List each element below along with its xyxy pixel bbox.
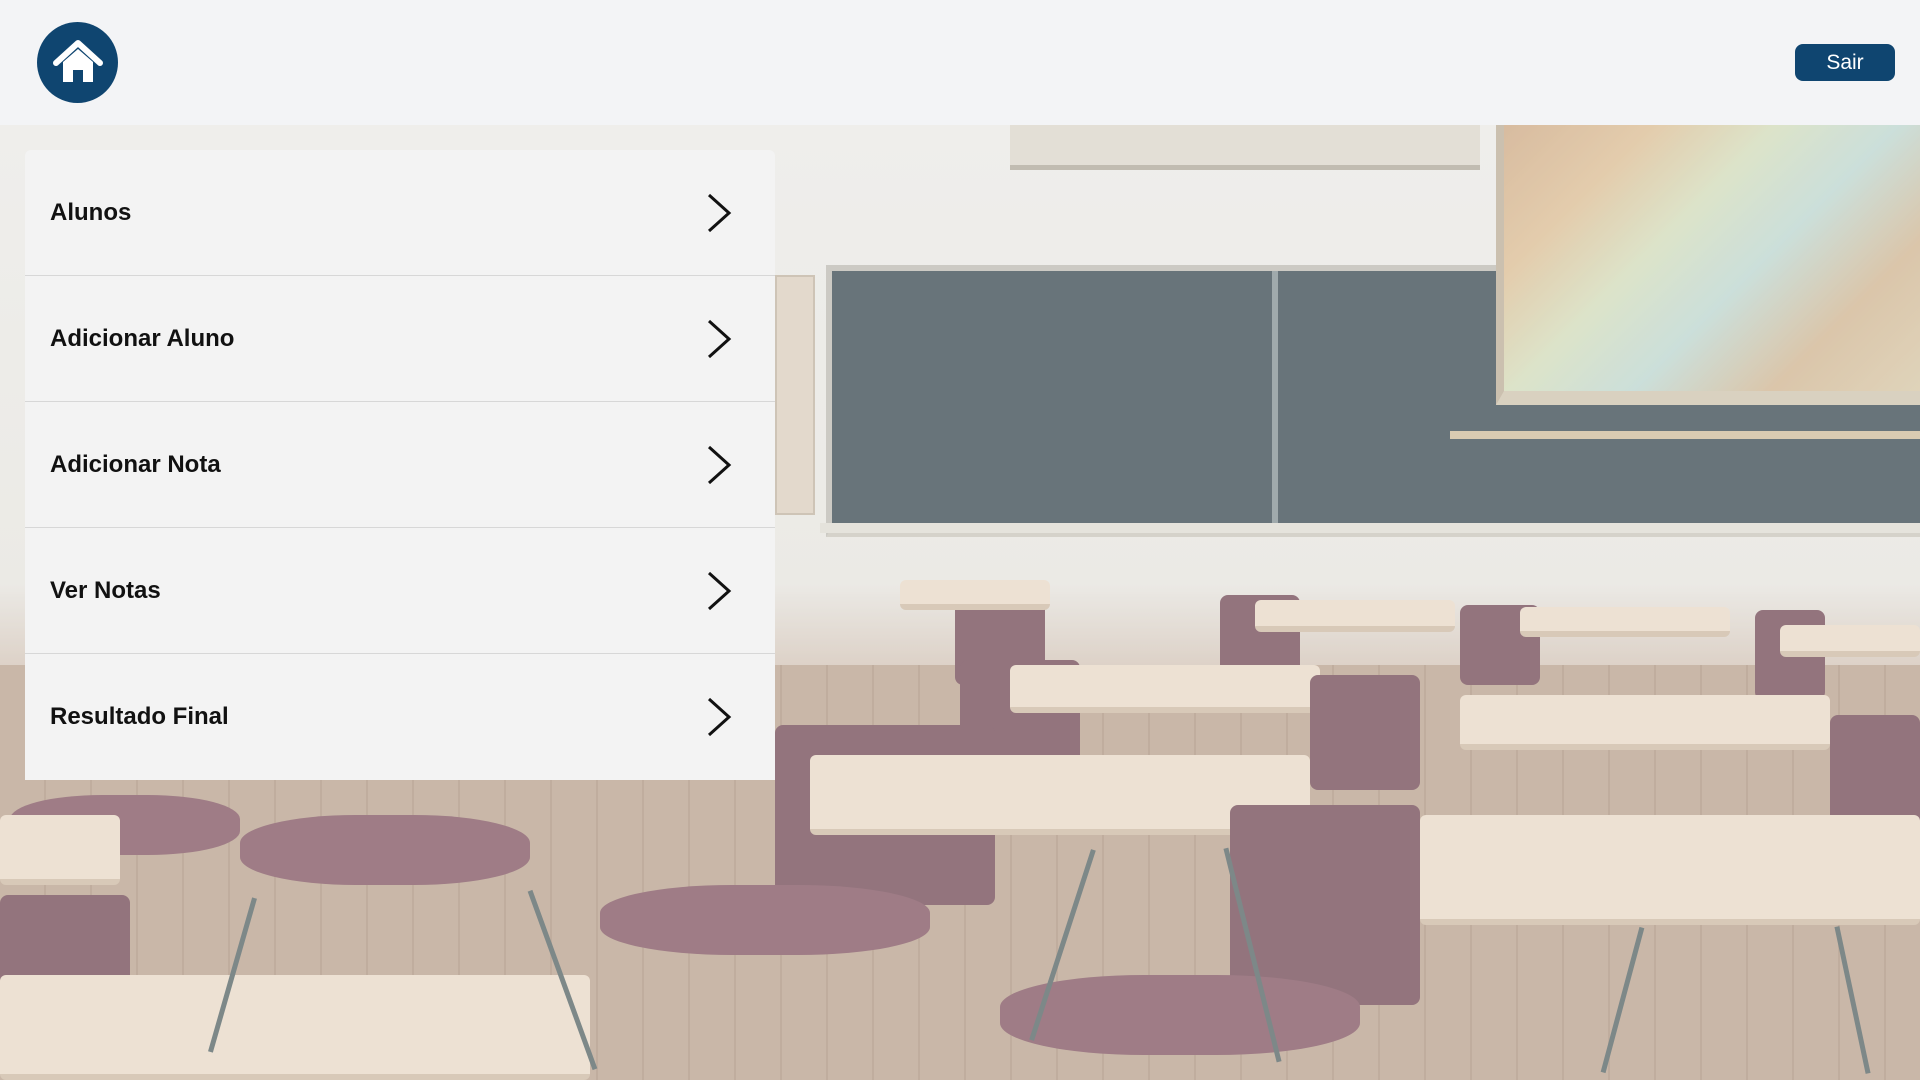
menu-item-label: Ver Notas [50, 576, 161, 604]
menu-item-ver-notas[interactable]: Ver Notas [25, 528, 775, 654]
menu-item-label: Adicionar Aluno [50, 324, 235, 352]
menu-item-alunos[interactable]: Alunos [25, 150, 775, 276]
home-icon [50, 35, 106, 91]
home-button[interactable] [37, 22, 118, 103]
chevron-right-icon [701, 189, 735, 237]
top-header: Sair [0, 0, 1920, 125]
menu-item-label: Adicionar Nota [50, 450, 221, 478]
chevron-right-icon [701, 567, 735, 615]
menu-item-resultado-final[interactable]: Resultado Final [25, 654, 775, 780]
chevron-right-icon [701, 441, 735, 489]
menu-item-adicionar-nota[interactable]: Adicionar Nota [25, 402, 775, 528]
menu-item-label: Alunos [50, 198, 132, 226]
main-menu: Alunos Adicionar Aluno Adicionar Nota Ve… [25, 150, 775, 780]
chevron-right-icon [701, 693, 735, 741]
logout-button[interactable]: Sair [1795, 44, 1895, 81]
menu-item-label: Resultado Final [50, 703, 229, 730]
menu-item-adicionar-aluno[interactable]: Adicionar Aluno [25, 276, 775, 402]
chevron-right-icon [701, 315, 735, 363]
